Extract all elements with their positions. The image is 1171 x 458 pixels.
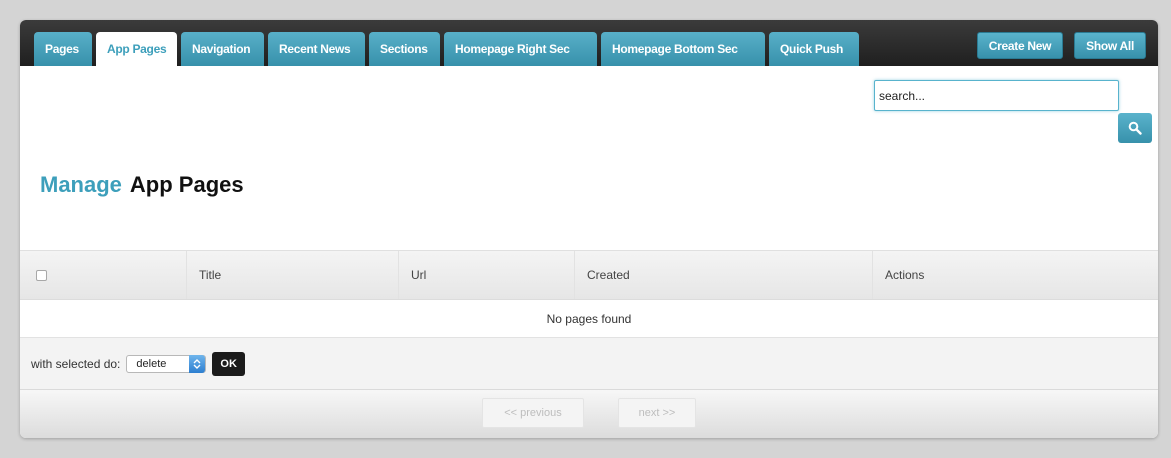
select-arrows-icon: [189, 354, 206, 373]
column-created[interactable]: Created: [574, 251, 872, 299]
tab-homepage-bottom-sec[interactable]: Homepage Bottom Sec: [601, 32, 765, 66]
page-title-section: App Pages: [129, 172, 244, 197]
top-actions: Create New Show All: [976, 32, 1146, 59]
previous-page-button[interactable]: << previous: [482, 398, 584, 428]
tab-recent-news[interactable]: Recent News: [268, 32, 365, 66]
tab-bar: Pages App Pages Navigation Recent News S…: [34, 32, 859, 66]
bulk-action-select[interactable]: delete: [126, 354, 207, 373]
search-input[interactable]: [874, 80, 1119, 111]
top-bar: Pages App Pages Navigation Recent News S…: [20, 20, 1158, 66]
main-panel: Pages App Pages Navigation Recent News S…: [20, 20, 1158, 438]
page-title: Manage App Pages: [40, 172, 244, 198]
tab-navigation[interactable]: Navigation: [181, 32, 264, 66]
tab-homepage-right-sec[interactable]: Homepage Right Sec: [444, 32, 597, 66]
select-all-cell: [20, 251, 186, 299]
bulk-action-bar: with selected do: delete OK: [20, 338, 1158, 390]
search-icon: [1128, 121, 1142, 135]
tab-sections[interactable]: Sections: [369, 32, 440, 66]
pagination: << previous next >>: [20, 390, 1158, 438]
column-url[interactable]: Url: [398, 251, 574, 299]
page-title-manage: Manage: [40, 172, 122, 197]
tab-app-pages[interactable]: App Pages: [96, 32, 177, 66]
bulk-ok-button[interactable]: OK: [212, 351, 245, 376]
select-all-checkbox[interactable]: [36, 269, 47, 281]
create-new-button[interactable]: Create New: [976, 32, 1064, 59]
empty-table-message: No pages found: [20, 300, 1158, 338]
column-title[interactable]: Title: [186, 251, 398, 299]
search-button[interactable]: [1118, 113, 1152, 143]
tab-quick-push[interactable]: Quick Push: [769, 32, 859, 66]
next-page-button[interactable]: next >>: [618, 398, 696, 428]
bulk-action-label: with selected do:: [31, 356, 121, 371]
tab-pages[interactable]: Pages: [34, 32, 92, 66]
show-all-button[interactable]: Show All: [1074, 32, 1146, 59]
bulk-action-selected: delete: [136, 357, 167, 370]
table-header: Title Url Created Actions: [20, 250, 1158, 300]
column-actions: Actions: [872, 251, 1158, 299]
